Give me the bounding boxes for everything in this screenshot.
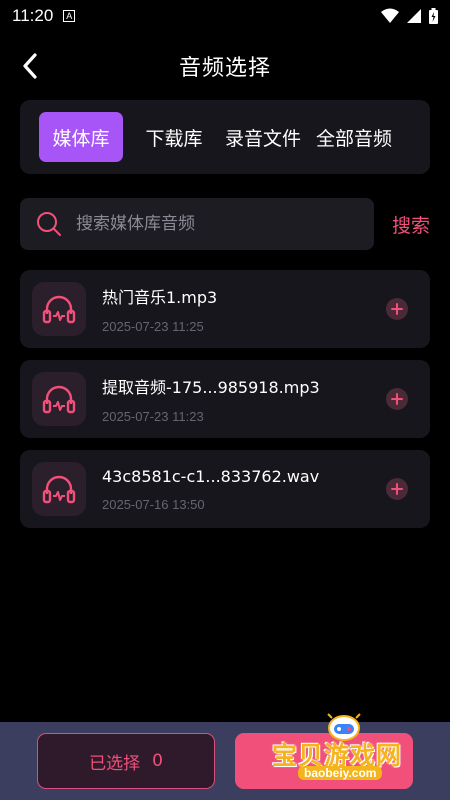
- file-icon-box: [32, 462, 86, 516]
- battery-icon: [429, 8, 438, 24]
- selected-count: 0: [152, 751, 163, 771]
- chevron-left-icon: [23, 53, 37, 79]
- list-item[interactable]: 43c8581c-c1...833762.wav 2025-07-16 13:5…: [20, 450, 430, 528]
- selected-count-button[interactable]: 已选择 0: [37, 733, 215, 789]
- list-item[interactable]: 热门音乐1.mp3 2025-07-23 11:25: [20, 270, 430, 348]
- status-icons: [381, 8, 438, 24]
- add-file-button[interactable]: [386, 298, 408, 320]
- add-file-button[interactable]: [386, 388, 408, 410]
- plus-icon: [391, 483, 403, 495]
- file-date: 2025-07-23 11:25: [102, 319, 204, 334]
- tab-all-audio[interactable]: 全部音频: [313, 112, 395, 162]
- tab-download-library[interactable]: 下载库: [139, 112, 209, 162]
- file-info: 提取音频-175...985918.mp3 2025-07-23 11:23: [102, 374, 320, 424]
- wifi-icon: [381, 8, 399, 23]
- bottom-bar: 已选择 0: [0, 722, 450, 800]
- source-tabs: 媒体库 下载库 录音文件 全部音频: [20, 100, 430, 174]
- search-box[interactable]: [20, 198, 374, 250]
- file-name: 热门音乐1.mp3: [102, 288, 218, 307]
- notification-a-icon: A: [63, 10, 76, 22]
- headphones-icon: [42, 475, 76, 504]
- file-info: 43c8581c-c1...833762.wav 2025-07-16 13:5…: [102, 467, 319, 512]
- top-nav: 音频选择: [0, 40, 450, 92]
- status-time: 11:20: [12, 6, 54, 25]
- headphones-icon: [42, 385, 76, 414]
- plus-icon: [391, 393, 403, 405]
- plus-icon: [391, 303, 403, 315]
- selected-label: 已选择: [89, 753, 141, 774]
- file-icon-box: [32, 372, 86, 426]
- file-name: 43c8581c-c1...833762.wav: [102, 466, 320, 486]
- add-file-button[interactable]: [386, 478, 408, 500]
- back-button[interactable]: [14, 50, 46, 82]
- page-title: 音频选择: [178, 56, 271, 81]
- file-info: 热门音乐1.mp3 2025-07-23 11:25: [102, 284, 217, 334]
- file-date: 2025-07-16 13:50: [102, 496, 205, 512]
- status-bar: 11:20 A: [0, 0, 450, 32]
- headphones-icon: [42, 295, 76, 324]
- confirm-button[interactable]: [235, 733, 413, 789]
- tab-recording-files[interactable]: 录音文件: [223, 112, 303, 162]
- search-icon: [37, 212, 61, 236]
- search-input[interactable]: [76, 214, 346, 234]
- search-button[interactable]: 搜索: [392, 211, 430, 238]
- file-date: 2025-07-23 11:23: [102, 409, 204, 424]
- file-icon-box: [32, 282, 86, 336]
- file-name: 提取音频-175...985918.mp3: [102, 378, 320, 397]
- tab-media-library[interactable]: 媒体库: [39, 112, 123, 162]
- signal-icon: [407, 9, 421, 23]
- search-row: 搜索: [20, 198, 430, 250]
- list-item[interactable]: 提取音频-175...985918.mp3 2025-07-23 11:23: [20, 360, 430, 438]
